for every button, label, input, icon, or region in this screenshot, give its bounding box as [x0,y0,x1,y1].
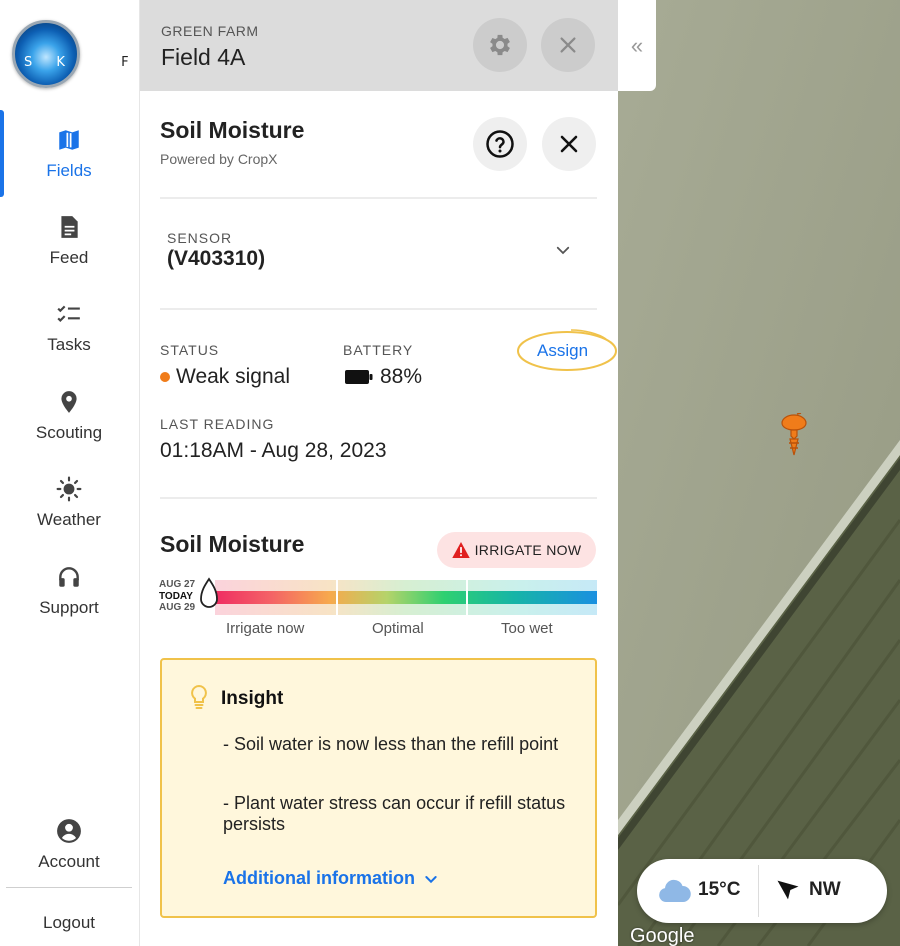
cloud-icon [659,879,691,902]
close-icon [560,135,578,153]
question-circle-icon [486,130,514,158]
insight-card: Insight - Soil water is now less than th… [160,658,597,918]
nav-label-scouting: Scouting [35,423,103,442]
date-before: AUG 27 [159,579,196,590]
nav-label-weather: Weather [37,510,101,529]
nav-label-fields: Fields [46,161,92,180]
nav-item-feed[interactable]: Feed [0,214,138,268]
location-pin-icon [61,391,77,413]
logo-orb-icon [12,20,80,88]
satellite-imagery [618,0,900,946]
headset-icon [59,567,79,587]
nav-label-account: Account [38,852,100,871]
logo-text-light: S K Y [24,55,107,70]
settings-button[interactable] [473,18,527,72]
zone-label-irrigate: Irrigate now [226,620,305,637]
moisture-date-labels: AUG 27 TODAY AUG 29 [159,579,195,614]
nav-item-account[interactable]: Account [0,818,138,872]
close-field-button[interactable] [541,18,595,72]
battery-value: 88% [380,365,423,388]
battery-icon [345,370,373,384]
wind-direction-arrow-icon [777,880,799,900]
satellite-map[interactable] [618,0,900,946]
nav-label-support: Support [39,598,99,617]
last-reading-label: LAST READING [160,416,275,432]
additional-information-label: Additional information [223,868,415,888]
irrigate-now-badge: IRRIGATE NOW [437,532,596,568]
farm-name: GREEN FARM [161,23,259,39]
warning-icon [451,542,470,558]
weather-widget[interactable]: 15°C NW [637,859,887,923]
field-name: Field 4A [161,44,246,70]
moisture-scale-bar [215,580,597,615]
insight-item: - Plant water stress can occur if refill… [223,793,566,834]
sensor-label: SENSOR [167,230,233,246]
additional-information-link[interactable]: Additional information [223,868,439,889]
nav-item-support[interactable]: Support [0,564,138,618]
insight-title: Insight [221,688,284,709]
wind-direction-value: NW [809,879,841,900]
temperature-value: 15°C [698,879,741,900]
battery-label: BATTERY [343,342,414,358]
date-after: AUG 29 [159,602,196,613]
status-label: STATUS [160,342,220,358]
sensor-id: (V403310) [167,247,266,270]
divider [160,308,597,310]
nav-item-weather[interactable]: Weather [0,476,138,530]
map-icon [59,130,79,150]
last-reading-value: 01:18AM - Aug 28, 2023 [160,439,387,462]
moisture-section-title: Soil Moisture [160,531,305,557]
status-dot [160,372,170,382]
logout-link[interactable]: Logout [0,913,138,933]
divider [160,497,597,499]
zone-label-too-wet: Too wet [501,620,553,637]
lightbulb-icon [191,684,207,709]
nav-item-scouting[interactable]: Scouting [0,389,138,443]
panel-subtitle: Powered by CropX [160,151,278,167]
irrigate-now-label: IRRIGATE NOW [474,542,582,558]
map-attribution: Google [630,925,695,946]
divider [758,865,759,917]
nav-label-tasks: Tasks [47,335,91,354]
collapse-panel-button[interactable]: « [618,0,656,91]
current-reading-drop-marker [200,577,218,608]
double-chevron-left-icon: « [630,32,644,58]
account-icon [57,819,81,843]
soil-moisture-panel: GREEN FARM Field 4A Soil Moisture Powere… [140,0,618,946]
insight-item: - Soil water is now less than the refill… [223,734,559,754]
help-button[interactable] [473,117,527,171]
zone-label-optimal: Optimal [372,620,424,637]
left-navigation: S K Y F L D Fields Feed Tasks Scouting W… [0,0,194,946]
assign-button[interactable]: Assign [537,341,588,361]
logout-label: Logout [43,913,95,932]
nav-divider [6,887,132,888]
close-panel-button[interactable] [542,117,596,171]
nav-label-feed: Feed [49,248,89,267]
close-icon [560,37,576,53]
field-header: GREEN FARM Field 4A [140,0,618,91]
chevron-down-icon [425,875,437,883]
chevron-down-icon [556,246,570,255]
status-value: Weak signal [176,365,291,388]
gear-icon [490,34,510,56]
skyfld-logo: S K Y F L D [12,20,194,90]
document-icon [61,216,78,238]
date-today: TODAY [159,590,193,602]
sun-icon [56,476,82,502]
nav-item-tasks[interactable]: Tasks [0,301,138,355]
divider [160,197,597,199]
sensor-map-marker-icon[interactable] [778,413,810,459]
checklist-icon [57,305,80,323]
nav-item-fields[interactable]: Fields [0,127,138,181]
panel-title: Soil Moisture [160,117,305,143]
